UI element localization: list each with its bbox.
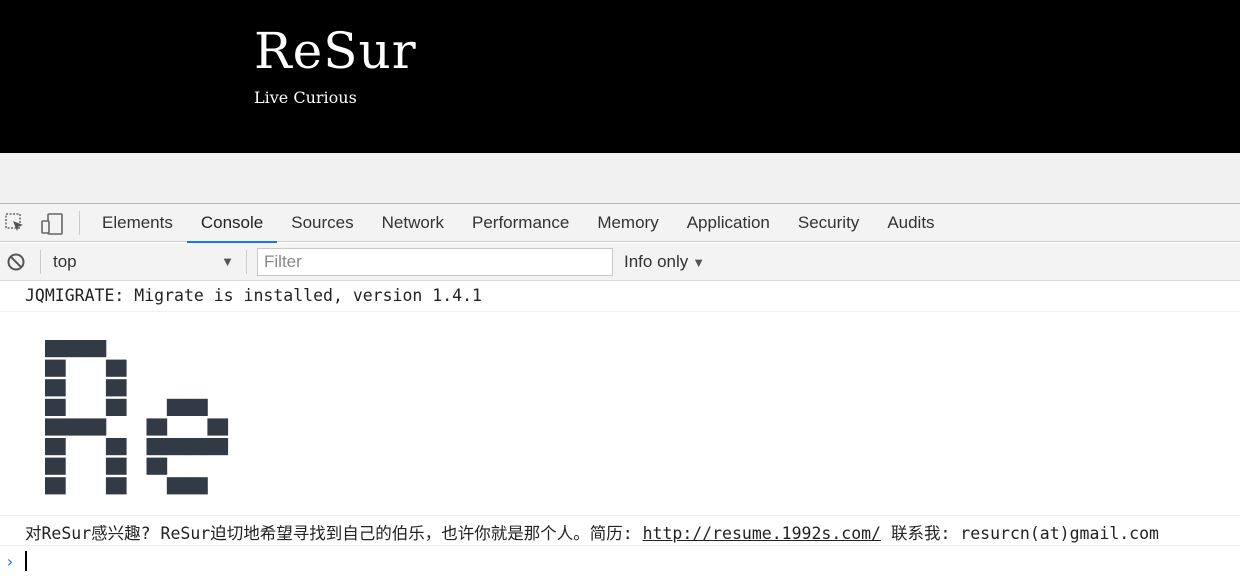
tab-audits[interactable]: Audits xyxy=(873,204,948,242)
context-selector-value: top xyxy=(53,252,77,271)
tab-memory[interactable]: Memory xyxy=(583,204,672,242)
console-output: JQMIGRATE: Migrate is installed, version… xyxy=(0,282,1240,576)
ascii-art-block xyxy=(187,438,208,456)
ascii-art-block xyxy=(85,340,107,358)
device-toolbar-icon[interactable] xyxy=(40,212,63,235)
devtools-panel: Elements Console Sources Network Perform… xyxy=(0,203,1240,575)
devtools-tabbar: Elements Console Sources Network Perform… xyxy=(0,204,1240,243)
console-prompt-icon: › xyxy=(5,552,15,571)
devtools-tabs: Elements Console Sources Network Perform… xyxy=(88,204,949,243)
resume-link[interactable]: http://resume.1992s.com/ xyxy=(643,524,881,543)
ascii-art-block xyxy=(65,418,86,436)
ascii-art-block xyxy=(166,438,188,456)
context-selector[interactable]: top ▼ xyxy=(44,247,240,277)
ascii-art-logo xyxy=(45,340,229,495)
console-input[interactable] xyxy=(25,551,27,571)
page-content-area xyxy=(0,153,1240,203)
console-message-text: JQMIGRATE: Migrate is installed, version… xyxy=(25,286,482,305)
ascii-art-block xyxy=(45,379,66,397)
tab-application[interactable]: Application xyxy=(673,204,784,242)
ascii-art-block xyxy=(207,438,229,456)
ascii-art-block xyxy=(105,379,127,397)
console-filterbar: top ▼ Info only▼ xyxy=(0,243,1240,281)
tab-elements[interactable]: Elements xyxy=(88,204,187,242)
tab-console[interactable]: Console xyxy=(186,204,278,243)
ascii-art-block xyxy=(146,418,168,436)
ascii-art-block xyxy=(166,398,188,416)
ascii-art-block xyxy=(207,418,229,436)
clear-console-icon[interactable] xyxy=(6,252,26,272)
ascii-art-block xyxy=(45,359,66,377)
filter-input[interactable] xyxy=(257,248,613,276)
ascii-art-block xyxy=(187,398,208,416)
ascii-art-block xyxy=(105,457,127,475)
ascii-art-block xyxy=(65,340,86,358)
ascii-art-block xyxy=(45,398,66,416)
ascii-art-block xyxy=(105,359,127,377)
console-message-contact: 联系我: resurcn(at)gmail.com xyxy=(890,524,1159,543)
ascii-art-block xyxy=(85,418,107,436)
dropdown-arrow-icon: ▼ xyxy=(692,255,706,270)
toolbar-divider xyxy=(79,211,80,235)
tab-sources[interactable]: Sources xyxy=(277,204,367,242)
console-message xyxy=(0,312,1240,516)
ascii-art-block xyxy=(45,438,66,456)
console-message: 对ReSur感兴趣? ReSur迫切地希望寻找到自己的伯乐，也许你就是那个人。简… xyxy=(0,516,1240,546)
site-title[interactable]: ReSur xyxy=(254,26,417,76)
ascii-art-block xyxy=(45,457,66,475)
log-level-selector[interactable]: Info only ▼ xyxy=(624,247,705,277)
ascii-art-block xyxy=(146,457,168,475)
tab-performance[interactable]: Performance xyxy=(458,204,583,242)
ascii-art-block xyxy=(105,477,127,495)
tab-network[interactable]: Network xyxy=(368,204,458,242)
filterbar-divider xyxy=(40,250,41,274)
filterbar-divider xyxy=(246,250,247,274)
dropdown-arrow-icon: ▼ xyxy=(221,254,234,269)
ascii-art-block xyxy=(45,477,66,495)
site-header: ReSur Live Curious xyxy=(0,0,1240,153)
console-message-text: 对ReSur感兴趣? ReSur迫切地希望寻找到自己的伯乐，也许你就是那个人。简… xyxy=(25,520,1159,544)
inspect-element-icon[interactable] xyxy=(4,212,26,234)
ascii-art-block xyxy=(105,438,127,456)
ascii-art-block xyxy=(166,477,188,495)
ascii-art-block xyxy=(45,418,66,436)
log-level-value: Info only xyxy=(624,252,689,271)
tab-security[interactable]: Security xyxy=(784,204,873,242)
ascii-art-block xyxy=(105,398,127,416)
ascii-art-block xyxy=(45,340,66,358)
ascii-art-block xyxy=(187,477,208,495)
ascii-art-block xyxy=(146,438,168,456)
site-tagline: Live Curious xyxy=(254,88,357,107)
console-message: JQMIGRATE: Migrate is installed, version… xyxy=(0,282,1240,312)
console-message-intro: 对ReSur感兴趣? ReSur迫切地希望寻找到自己的伯乐，也许你就是那个人。简… xyxy=(25,524,633,543)
